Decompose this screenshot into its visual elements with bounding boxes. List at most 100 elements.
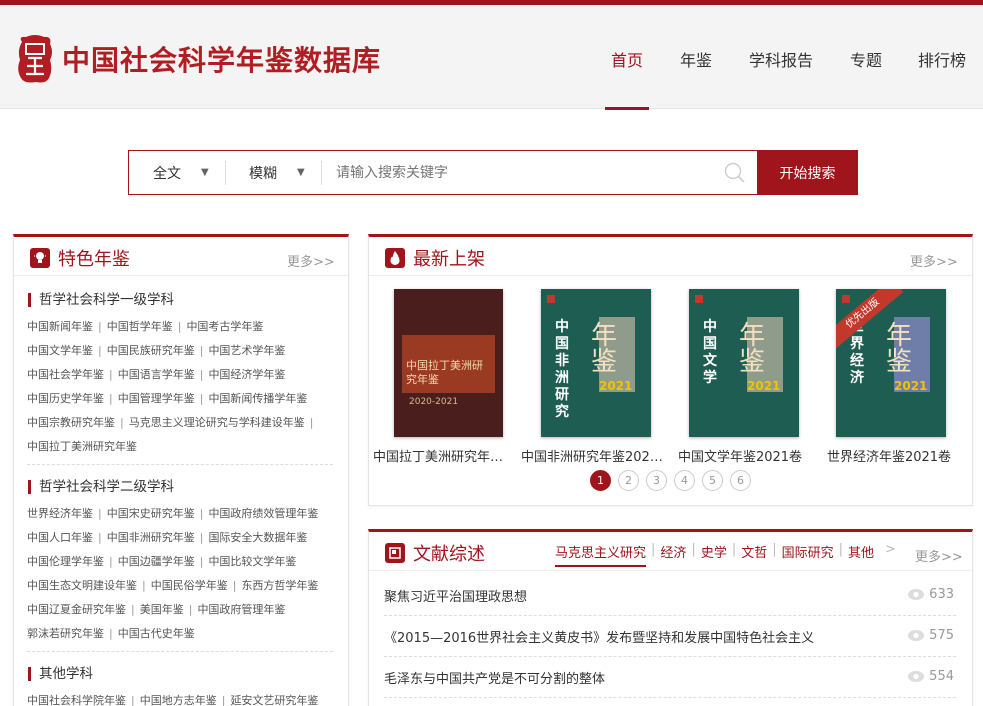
literature-tab[interactable]: 史学	[701, 542, 727, 567]
book-title[interactable]: 世界经济年鉴2021卷	[824, 446, 954, 465]
book-title[interactable]: 中国文学年鉴2021卷	[669, 446, 811, 465]
newest-more-link[interactable]: 更多>>	[910, 251, 958, 270]
featured-more-link[interactable]: 更多>>	[287, 251, 335, 270]
yearbook-link[interactable]: 中国宋史研究年鉴	[107, 507, 195, 520]
page-dot[interactable]: 2	[618, 470, 639, 491]
yearbook-link[interactable]: 延安文艺研究年鉴	[230, 694, 318, 706]
yearbook-link[interactable]: 中国文学年鉴	[27, 344, 93, 357]
search-button[interactable]: 开始搜索	[757, 150, 858, 195]
yearbook-link[interactable]: 世界经济年鉴	[27, 507, 93, 520]
literature-item-title[interactable]: 毛泽东与中国共产党是不可分割的整体	[384, 668, 605, 687]
literature-item-title[interactable]: 聚焦习近平治国理政思想	[384, 586, 527, 605]
book-cover[interactable]: 世界经济年鉴2021优先出版	[836, 289, 946, 437]
page-dot[interactable]: 3	[646, 470, 667, 491]
yearbook-link[interactable]: 中国政府管理年鉴	[197, 603, 285, 616]
book-cover-title: 中国非洲研究	[555, 319, 569, 420]
yearbook-link[interactable]: 马克思主义理论研究与学科建设年鉴	[129, 416, 305, 429]
yearbook-link[interactable]: 中国新闻年鉴	[27, 320, 93, 333]
yearbook-link[interactable]: 中国辽夏金研究年鉴	[27, 603, 126, 616]
yearbook-link[interactable]: 中国考古学年鉴	[186, 320, 263, 333]
literature-tab[interactable]: 其他	[848, 542, 874, 567]
yearbook-link[interactable]: 中国历史学年鉴	[27, 392, 104, 405]
chevron-right-icon[interactable]: >	[885, 542, 896, 557]
book-cover-title: 中国文学	[703, 319, 717, 386]
search-input[interactable]	[336, 151, 716, 194]
yearbook-link-row: 中国伦理学年鉴 | 中国边疆学年鉴 | 中国比较文学年鉴	[27, 553, 296, 569]
yearbook-link[interactable]: 中国民俗学年鉴	[151, 579, 228, 592]
nav-subject-report[interactable]: 学科报告	[749, 47, 813, 71]
book-cover[interactable]: 中国文学 年鉴 2021	[689, 289, 799, 437]
panel-title-row: 特色年鉴	[30, 245, 130, 271]
yearbook-link[interactable]: 中国边疆学年鉴	[118, 555, 195, 568]
yearbook-link[interactable]: 中国伦理学年鉴	[27, 555, 104, 568]
separator: |	[232, 579, 237, 592]
yearbook-link[interactable]: 中国社会学年鉴	[27, 368, 104, 381]
yearbook-link[interactable]: 国际安全大数据年鉴	[208, 531, 307, 544]
match-select[interactable]: 模糊 ▼	[249, 151, 319, 194]
nav-ranking[interactable]: 排行榜	[918, 47, 966, 71]
category-title: 哲学社会科学二级学科	[28, 480, 174, 494]
literature-item[interactable]: 毛泽东与中国共产党是不可分割的整体 554	[384, 657, 956, 698]
nav-yearbook[interactable]: 年鉴	[680, 47, 712, 71]
separator: |	[838, 542, 844, 557]
yearbook-link[interactable]: 中国人口年鉴	[27, 531, 93, 544]
yearbook-link[interactable]: 中国新闻传播学年鉴	[208, 392, 307, 405]
separator: |	[199, 392, 204, 405]
book-cover[interactable]: 中国非洲研究 年鉴 2021	[541, 289, 651, 437]
page-dot[interactable]: 1	[590, 470, 611, 491]
literature-item-title[interactable]: 《2015—2016世界社会主义黄皮书》发布暨坚持和发展中国特色社会主义	[384, 627, 814, 646]
yearbook-link[interactable]: 郭沫若研究年鉴	[27, 627, 104, 640]
category-title: 哲学社会科学一级学科	[28, 293, 174, 307]
carousel-pager: 123456	[590, 470, 758, 491]
view-count: 554	[908, 669, 954, 684]
document-icon	[385, 543, 405, 563]
yearbook-link[interactable]: 东西方哲学年鉴	[241, 579, 318, 592]
literature-tab[interactable]: 经济	[660, 542, 686, 567]
nav-topics[interactable]: 专题	[850, 47, 882, 71]
literature-review-panel: 文献综述 马克思主义研究 | 经济 | 史学 | 文哲 | 国际研究 | 其他 > 更多>> 聚焦习…	[368, 529, 973, 706]
yearbook-link[interactable]: 中国语言学年鉴	[118, 368, 195, 381]
book-cover-big-text: 年鉴	[886, 321, 913, 377]
site-title[interactable]: 中国社会科学年鉴数据库	[62, 39, 381, 79]
yearbook-link[interactable]: 美国年鉴	[140, 603, 184, 616]
view-count-value: 554	[929, 669, 954, 684]
book-title[interactable]: 中国非洲研究年鉴2021...	[521, 446, 663, 465]
yearbook-link-row: 中国新闻年鉴 | 中国哲学年鉴 | 中国考古学年鉴	[27, 318, 263, 334]
book-title[interactable]: 中国拉丁美洲研究年鉴...	[373, 446, 515, 465]
yearbook-link[interactable]: 中国经济学年鉴	[208, 368, 285, 381]
yearbook-link[interactable]: 中国古代史年鉴	[118, 627, 195, 640]
book-cover[interactable]: 中国拉丁美洲研究年鉴 2020-2021	[394, 289, 503, 437]
book-cover-year: 2020-2021	[409, 397, 459, 407]
yearbook-link[interactable]: 中国地方志年鉴	[140, 694, 217, 706]
separator: |	[131, 603, 135, 616]
nav-home[interactable]: 首页	[611, 47, 643, 71]
yearbook-link[interactable]: 中国管理学年鉴	[118, 392, 195, 405]
yearbook-link[interactable]: 中国生态文明建设年鉴	[27, 579, 137, 592]
literature-tab[interactable]: 文哲	[741, 542, 767, 567]
literature-more-link[interactable]: 更多>>	[915, 546, 963, 565]
yearbook-link[interactable]: 中国拉丁美洲研究年鉴	[27, 440, 137, 453]
yearbook-link[interactable]: 中国民族研究年鉴	[107, 344, 195, 357]
logo-seal-icon[interactable]	[16, 34, 54, 84]
separator: |	[120, 416, 124, 429]
scope-select[interactable]: 全文 ▼	[153, 151, 223, 194]
page-dot[interactable]: 4	[674, 470, 695, 491]
yearbook-link[interactable]: 中国非洲研究年鉴	[107, 531, 195, 544]
page-dot[interactable]: 6	[730, 470, 751, 491]
yearbook-link[interactable]: 中国艺术学年鉴	[208, 344, 285, 357]
yearbook-link[interactable]: 中国哲学年鉴	[107, 320, 173, 333]
yearbook-link[interactable]: 中国社会科学院年鉴	[27, 694, 126, 706]
category-title: 其他学科	[28, 667, 93, 681]
yearbook-link[interactable]: 中国政府绩效管理年鉴	[208, 507, 318, 520]
yearbook-link[interactable]: 中国比较文学年鉴	[208, 555, 296, 568]
search-icon[interactable]	[724, 162, 746, 184]
site-header: 中国社会科学年鉴数据库 首页 年鉴 学科报告 专题 排行榜	[0, 5, 983, 110]
yearbook-link-row: 中国人口年鉴 | 中国非洲研究年鉴 | 国际安全大数据年鉴	[27, 529, 307, 545]
literature-tabs: 马克思主义研究 | 经济 | 史学 | 文哲 | 国际研究 | 其他	[555, 542, 874, 567]
yearbook-link[interactable]: 中国宗教研究年鉴	[27, 416, 115, 429]
literature-item[interactable]: 《2015—2016世界社会主义黄皮书》发布暨坚持和发展中国特色社会主义 575	[384, 616, 956, 657]
page-dot[interactable]: 5	[702, 470, 723, 491]
literature-tab[interactable]: 国际研究	[782, 542, 834, 567]
literature-item[interactable]: 聚焦习近平治国理政思想 633	[384, 575, 956, 616]
literature-tab[interactable]: 马克思主义研究	[555, 542, 647, 567]
